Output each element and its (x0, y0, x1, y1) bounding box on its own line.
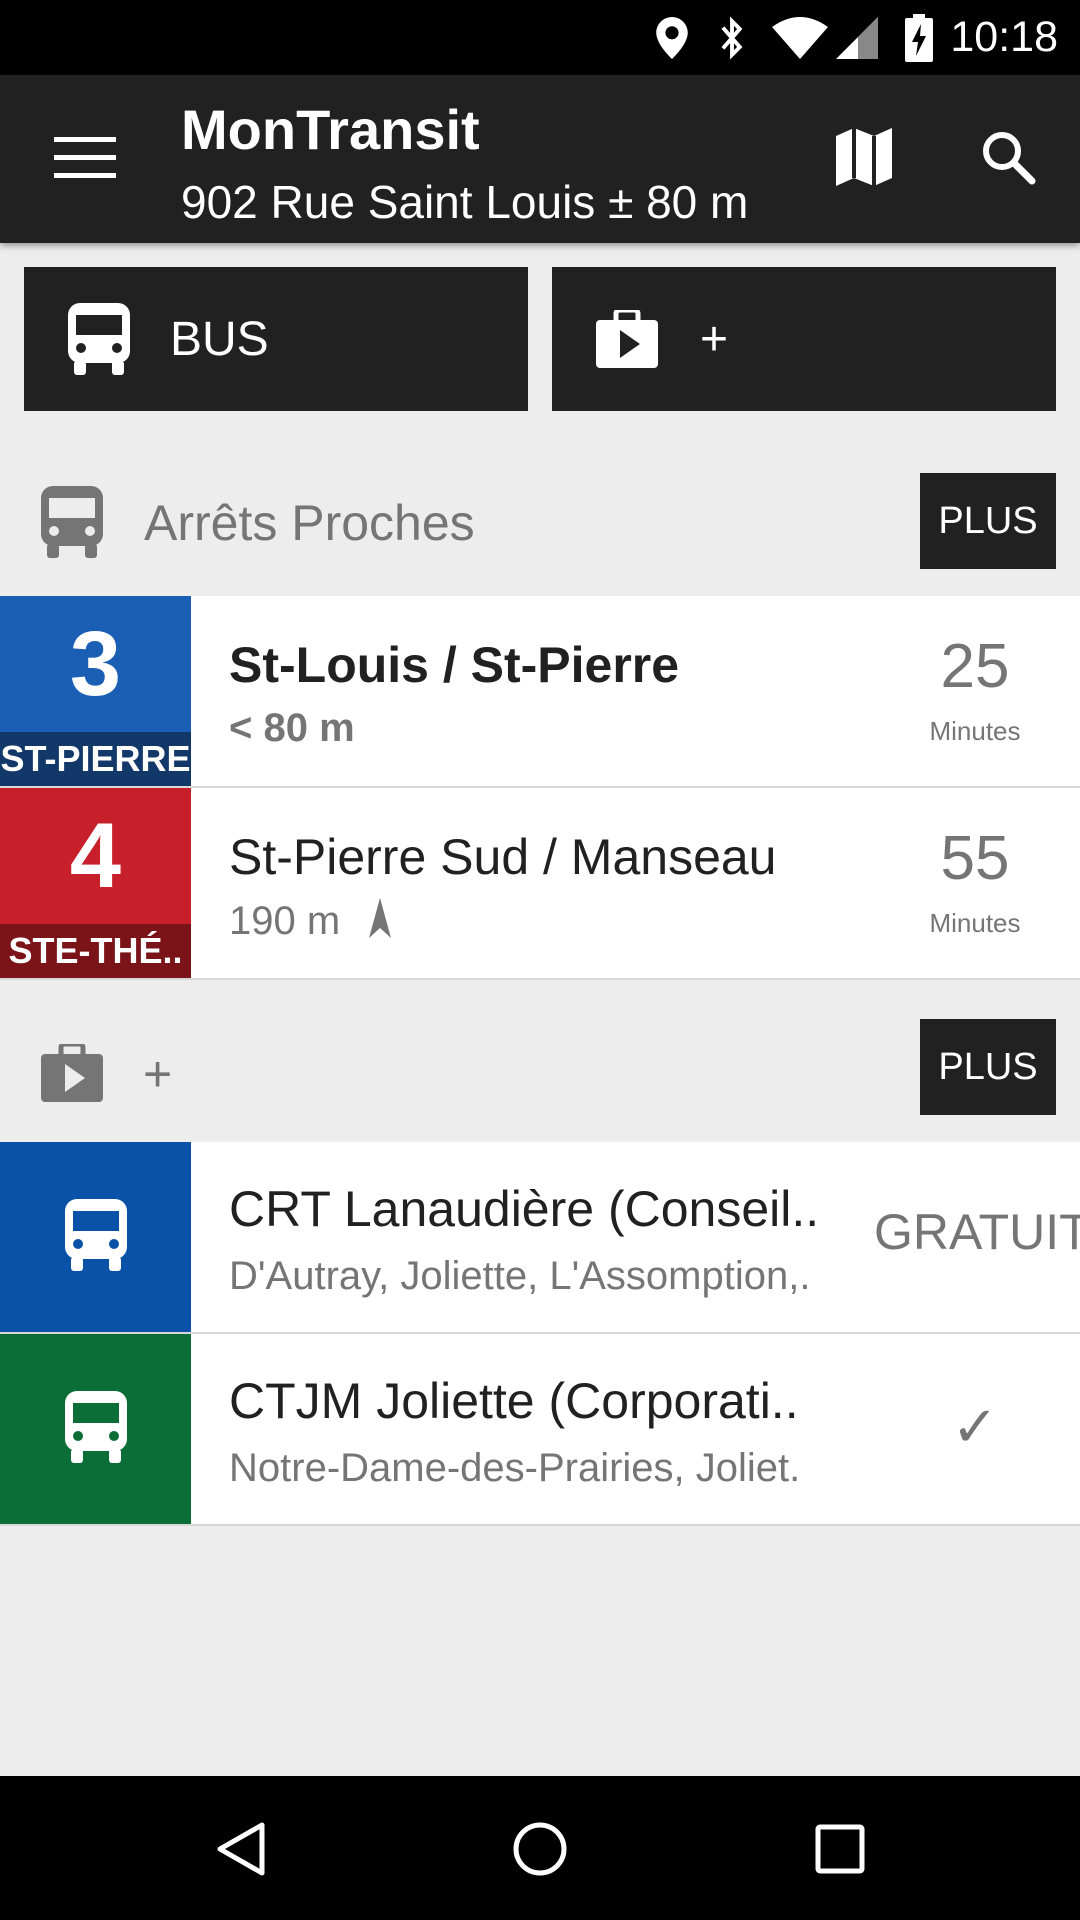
store-more-button[interactable]: PLUS (920, 1019, 1056, 1115)
location-icon (646, 13, 698, 63)
nearby-more-button[interactable]: PLUS (920, 473, 1056, 569)
signal-icon (834, 13, 880, 63)
route-badge: 3 ST-PIERRE (0, 596, 191, 786)
agency-price: GRATUIT (874, 1204, 1080, 1260)
agency-badge (0, 1142, 191, 1332)
route-number: 4 (69, 805, 122, 907)
departure-time-unit: Minutes (929, 716, 1021, 746)
agency-name: CRT Lanaudière (Conseil.. (229, 1181, 820, 1237)
bus-icon (64, 1390, 127, 1468)
wifi-icon (770, 13, 830, 63)
home-button[interactable] (485, 1806, 595, 1896)
add-module-tile[interactable]: + (552, 267, 1056, 411)
stop-distance-wrap: 190 m (229, 898, 392, 948)
search-icon (980, 129, 1036, 190)
store-header: + PLUS (0, 999, 1080, 1141)
system-navigation-bar (0, 1776, 1080, 1920)
nearby-stop-row[interactable]: 4 STE-THÉ.. St-Pierre Sud / Manseau 190 … (0, 788, 1080, 980)
status-clock: 10:18 (950, 13, 1058, 61)
departure-time-value: 25 (940, 632, 1010, 701)
bus-icon (64, 1198, 127, 1276)
agency-status: GRATUIT (874, 1142, 1080, 1332)
battery-charging-icon (902, 13, 936, 63)
store-bag-icon (592, 302, 662, 376)
departure-time-value: 55 (940, 824, 1010, 893)
agency-badge (0, 1334, 191, 1524)
stop-name: St-Pierre Sud / Manseau (229, 829, 777, 885)
map-button[interactable] (824, 123, 904, 195)
agency-row[interactable]: CRT Lanaudière (Conseil.. D'Autray, Joli… (0, 1142, 1080, 1334)
installed-check-icon: ✓ (951, 1395, 999, 1458)
app-title: MonTransit (181, 98, 480, 161)
navigation-drawer-button[interactable] (40, 127, 130, 189)
nearby-stop-row[interactable]: 3 ST-PIERRE St-Louis / St-Pierre < 80 m … (0, 596, 1080, 788)
agency-name: CTJM Joliette (Corporati.. (229, 1373, 799, 1429)
back-button[interactable] (186, 1806, 296, 1896)
search-button[interactable] (968, 123, 1048, 195)
map-icon (836, 127, 892, 191)
next-departure: 55 Minutes (892, 788, 1058, 978)
status-bar: 10:18 (0, 0, 1080, 75)
next-departure: 25 Minutes (892, 596, 1058, 786)
app-toolbar: MonTransit 902 Rue Saint Louis ± 80 m (0, 75, 1080, 243)
store-bag-icon (40, 1037, 104, 1109)
route-headsign: STE-THÉ.. (0, 924, 191, 978)
agency-areas: Notre-Dame-des-Prairies, Joliet. (229, 1446, 801, 1490)
add-module-label: + (700, 312, 729, 366)
agency-row[interactable]: CTJM Joliette (Corporati.. Notre-Dame-de… (0, 1334, 1080, 1526)
route-headsign: ST-PIERRE (0, 732, 191, 786)
bluetooth-icon (712, 13, 752, 63)
stop-distance: 190 m (229, 899, 341, 943)
back-icon (216, 1821, 266, 1882)
home-icon (512, 1821, 568, 1882)
recents-button[interactable] (785, 1806, 895, 1896)
agency-areas: D'Autray, Joliette, L'Assomption,. (229, 1254, 811, 1298)
location-subtitle: 902 Rue Saint Louis ± 80 m (181, 176, 749, 228)
nearby-stops-header: Arrêts Proches PLUS (0, 451, 1080, 593)
recents-icon (815, 1824, 865, 1879)
agency-status: ✓ (892, 1334, 1058, 1524)
stop-name: St-Louis / St-Pierre (229, 637, 680, 693)
bus-module-label: BUS (170, 312, 269, 366)
route-badge: 4 STE-THÉ.. (0, 788, 191, 978)
bus-icon (64, 302, 134, 376)
store-title: + (143, 1046, 173, 1102)
nearby-stops-title: Arrêts Proches (144, 495, 475, 551)
stop-distance: < 80 m (229, 706, 355, 750)
compass-arrow-icon (369, 898, 392, 948)
route-number: 3 (69, 613, 122, 715)
bus-module-tile[interactable]: BUS (24, 267, 528, 411)
departure-time-unit: Minutes (929, 908, 1021, 938)
bus-icon (40, 486, 104, 558)
